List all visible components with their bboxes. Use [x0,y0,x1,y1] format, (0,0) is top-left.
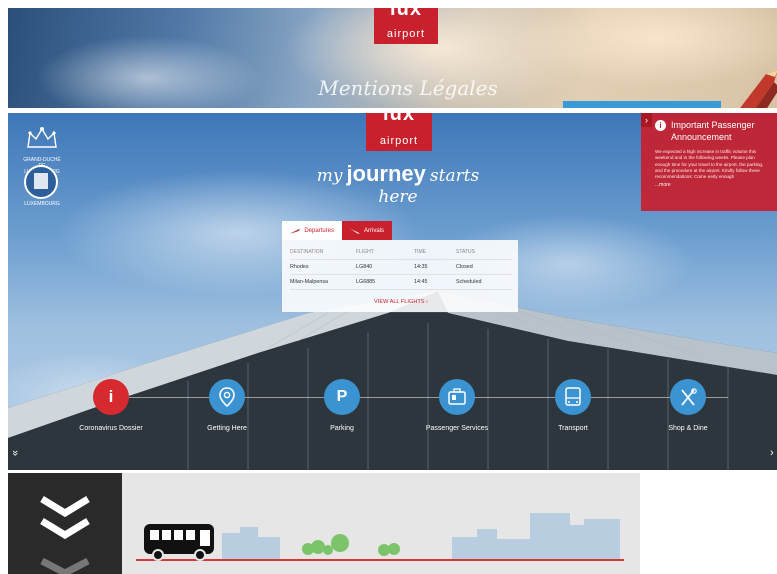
double-chevron-down-icon [40,496,90,574]
lux-airport-logo[interactable]: lux airport [366,113,432,151]
service-shop-dine[interactable]: Shop & Dine [643,379,733,432]
crown-crest-icon: GRAND-DUCHÉ DE LUXEMBOURG [22,125,62,175]
lux-airport-logo[interactable]: lux airport [374,8,438,44]
parking-icon: P [324,379,360,415]
plane-tail-image [740,70,777,108]
view-all-flights-link[interactable]: VIEW ALL FLIGHTS › [290,299,512,305]
collapse-announcement-button[interactable]: › [641,113,652,127]
service-getting-here[interactable]: Getting Here [182,379,272,432]
seal-label: LUXEMBOURG [24,201,60,207]
info-icon: i [93,379,129,415]
arrival-plane-icon [350,228,360,233]
scroll-down-icon[interactable]: » [9,450,21,456]
utensils-icon [670,379,706,415]
passenger-announcement-panel: › i Important Passenger Announcement We … [641,113,777,211]
chevron-right-icon[interactable]: › [770,447,774,459]
bus-illustration [144,524,214,561]
luxembourg-seal-icon [24,165,58,199]
footer-preview-strip: lux airport Mentions Légales [8,8,777,108]
info-icon: i [655,120,666,131]
table-row[interactable]: Rhodes LG840 14:35 Closed [290,260,512,275]
scroll-down-panel[interactable] [8,473,122,574]
bus-icon [555,379,591,415]
suitcase-icon [439,379,475,415]
announcement-body: We expected a high increase in traffic v… [655,149,764,180]
tab-departures[interactable]: Departures [282,221,342,240]
map-pin-icon [209,379,245,415]
accent-bar [563,101,721,108]
announcement-more-link[interactable]: ...more [655,182,771,188]
flight-tabs: Departures Arrivals [282,221,392,240]
tab-arrivals[interactable]: Arrivals [342,221,392,240]
departure-plane-icon [290,227,301,234]
hero-tagline: my journey starts here [316,161,480,207]
announcement-title: Important Passenger Announcement [671,120,755,142]
hero-section: lux airport GRAND-DUCHÉ DE LUXEMBOURG LU… [8,113,777,470]
flights-table: DESTINATION FLIGHT TIME STATUS Rhodes LG… [282,240,518,312]
table-row[interactable]: Milan-Malpensa LG6885 14:45 Scheduled [290,275,512,290]
service-transport[interactable]: Transport [528,379,618,432]
service-passenger-services[interactable]: Passenger Services [412,379,502,432]
legal-notice-link[interactable]: Mentions Légales [308,76,508,100]
service-parking[interactable]: P Parking [297,379,387,432]
transport-illustration [122,473,640,574]
table-header-row: DESTINATION FLIGHT TIME STATUS [290,245,512,260]
service-coronavirus-dossier[interactable]: i Coronavirus Dossier [66,379,156,432]
